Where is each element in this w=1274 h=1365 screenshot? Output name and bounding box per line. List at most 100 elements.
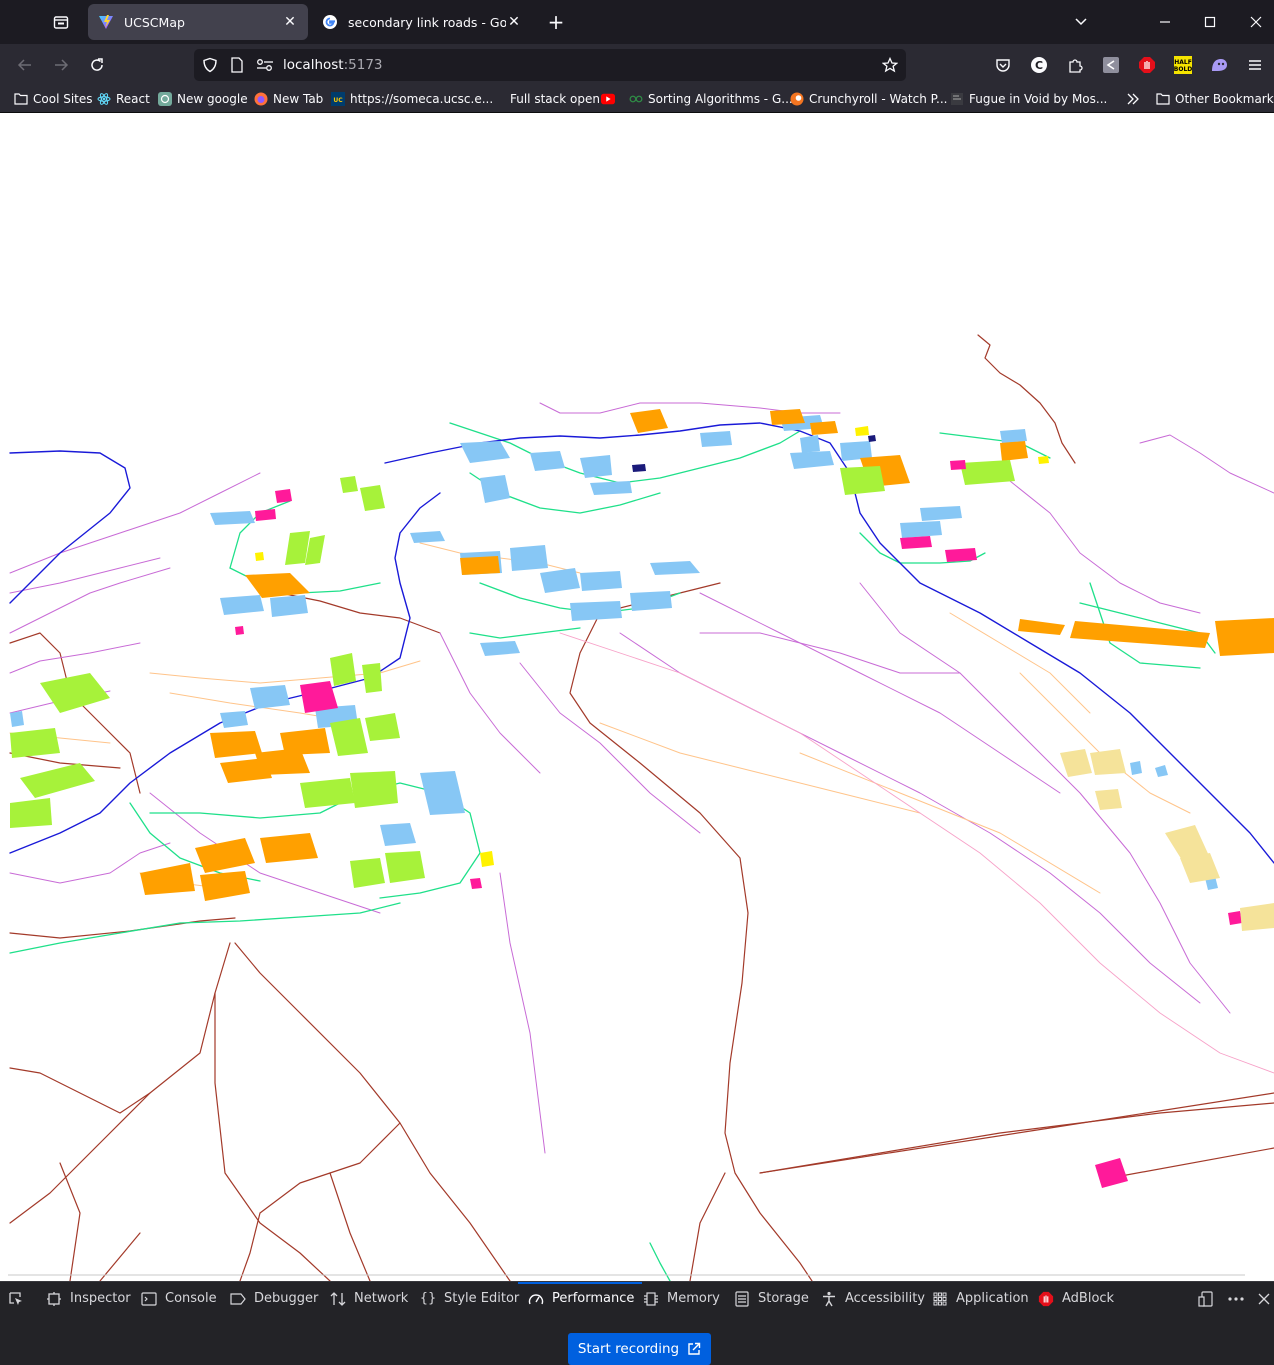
devtools-tab-application[interactable]: Application xyxy=(932,1282,1029,1315)
map-canvas[interactable] xyxy=(0,113,1274,1281)
folder-icon xyxy=(14,92,28,106)
element-picker-button[interactable] xyxy=(8,1282,32,1315)
buildings-yellow xyxy=(1060,749,1274,931)
firefox-view-button[interactable] xyxy=(48,10,74,34)
network-icon xyxy=(330,1291,346,1307)
devtools-tab-style-editor[interactable]: {} Style Editor xyxy=(419,1282,520,1315)
extensions-puzzle-icon[interactable] xyxy=(1064,54,1086,76)
devtools-tab-inspector[interactable]: Inspector xyxy=(46,1282,131,1315)
svg-text:C: C xyxy=(1035,59,1043,72)
svg-text:UC: UC xyxy=(333,97,343,104)
devtools-tab-memory[interactable]: Memory xyxy=(643,1282,720,1315)
url-host: localhost xyxy=(283,57,344,73)
url-port: :5173 xyxy=(343,57,383,73)
crunchyroll-icon xyxy=(790,92,804,106)
half-bold-icon[interactable]: HALF BOLD xyxy=(1172,54,1194,76)
performance-panel: Start recording xyxy=(0,1314,1274,1365)
url-text: localhost:5173 xyxy=(283,57,383,73)
bookmark-item[interactable]: Sorting Algorithms - G... xyxy=(629,90,793,108)
svg-text:BOLD: BOLD xyxy=(1174,66,1192,73)
bookmark-item[interactable]: Fugue in Void by Mos... xyxy=(950,90,1107,108)
braces-icon: {} xyxy=(419,1291,437,1306)
campus-map-render[interactable] xyxy=(0,113,1274,1281)
footways-green xyxy=(9,422,1216,1281)
bookmark-star-icon[interactable] xyxy=(882,57,898,73)
page-icon[interactable] xyxy=(230,57,244,73)
bookmark-item[interactable]: React xyxy=(97,90,150,108)
more-bookmarks-button[interactable] xyxy=(1126,90,1140,108)
ghost-extension-icon[interactable] xyxy=(1208,54,1230,76)
close-icon xyxy=(1256,1291,1272,1307)
storage-icon xyxy=(734,1290,750,1307)
app-menu-button[interactable] xyxy=(1244,54,1266,76)
back-button[interactable] xyxy=(11,52,39,78)
maximize-icon xyxy=(1204,16,1216,28)
chevron-double-right-icon xyxy=(1127,93,1139,105)
buildings-orange xyxy=(140,409,1274,901)
start-recording-button[interactable]: Start recording xyxy=(568,1333,711,1365)
primary-road-blue xyxy=(9,422,1274,864)
bookmark-item[interactable]: Cool Sites xyxy=(14,90,93,108)
close-tab-icon[interactable]: ✕ xyxy=(282,14,298,30)
tab-ucscmap[interactable]: UCSCMap ✕ xyxy=(88,4,308,40)
responsive-mode-icon xyxy=(1198,1290,1214,1307)
devtools-tab-adblock[interactable]: AdBlock xyxy=(1038,1282,1114,1315)
address-bar[interactable]: localhost:5173 xyxy=(194,49,906,81)
adblock-icon[interactable] xyxy=(1136,54,1158,76)
grid-icon xyxy=(932,1291,948,1307)
permissions-icon[interactable] xyxy=(256,58,274,72)
devtools-tab-storage[interactable]: Storage xyxy=(734,1282,809,1315)
page-icon xyxy=(950,92,964,106)
reload-button[interactable] xyxy=(83,52,111,78)
memory-chip-icon xyxy=(643,1291,659,1307)
bookmark-item[interactable]: Crunchyroll - Watch P... xyxy=(790,90,947,108)
close-icon xyxy=(1250,16,1262,28)
tab-google-search[interactable]: secondary link roads - Google Se ✕ xyxy=(312,4,532,40)
paths-purple xyxy=(9,402,1274,1154)
new-tab-button[interactable]: + xyxy=(543,10,569,34)
accessibility-icon xyxy=(821,1291,837,1307)
chatgpt-icon xyxy=(158,92,172,106)
forward-button[interactable] xyxy=(47,52,75,78)
maximize-button[interactable] xyxy=(1195,8,1225,36)
gauge-icon xyxy=(528,1291,544,1307)
devtools-tab-console[interactable]: Console xyxy=(141,1282,217,1315)
minimize-button[interactable] xyxy=(1150,8,1180,36)
bookmark-item[interactable] xyxy=(601,90,620,108)
devtools-toolbar: Inspector Console Debugger Network {} Sty… xyxy=(0,1281,1274,1314)
bookmark-item[interactable]: Full stack open xyxy=(491,90,600,108)
bookmark-item[interactable]: UC https://someca.ucsc.e... xyxy=(331,90,493,108)
road-network-brown xyxy=(9,334,1274,1281)
hamburger-menu-icon xyxy=(1249,60,1261,70)
devtools-tab-network[interactable]: Network xyxy=(330,1282,408,1315)
bookmark-item[interactable]: New google xyxy=(158,90,248,108)
buildings-navy xyxy=(632,435,876,472)
bookmarks-toolbar: Cool Sites React New google New Tab UC ht… xyxy=(0,86,1274,113)
devtools-tab-debugger[interactable]: Debugger xyxy=(230,1282,318,1315)
youtube-icon xyxy=(601,92,615,106)
road-pink xyxy=(559,632,1274,1074)
buildings-magenta xyxy=(235,460,1242,1188)
extension-c-icon[interactable]: C xyxy=(1028,54,1050,76)
vite-icon xyxy=(99,15,113,29)
minimize-icon xyxy=(1160,21,1170,23)
close-window-button[interactable] xyxy=(1241,8,1271,36)
extension-s-icon[interactable] xyxy=(1100,54,1122,76)
responsive-design-button[interactable] xyxy=(1198,1282,1222,1315)
bookmark-item[interactable]: New Tab xyxy=(254,90,323,108)
devtools-tab-accessibility[interactable]: Accessibility xyxy=(821,1282,925,1315)
devtools-tab-performance[interactable]: Performance xyxy=(517,1282,643,1315)
list-all-tabs-button[interactable] xyxy=(1066,8,1096,36)
other-bookmarks[interactable]: Other Bookmarks xyxy=(1156,90,1274,108)
pocket-icon[interactable] xyxy=(992,54,1014,76)
close-tab-icon[interactable]: ✕ xyxy=(506,14,522,30)
blank-icon xyxy=(491,92,505,106)
shield-icon[interactable] xyxy=(202,57,218,73)
ucsc-icon: UC xyxy=(331,92,345,106)
adblock-icon xyxy=(1038,1291,1054,1307)
folder-icon xyxy=(1156,92,1170,106)
close-devtools-button[interactable] xyxy=(1256,1282,1274,1315)
tab-strip: UCSCMap ✕ secondary link roads - Google … xyxy=(0,0,1274,44)
record-button-label: Start recording xyxy=(577,1341,680,1357)
devtools-options-button[interactable] xyxy=(1228,1282,1252,1315)
